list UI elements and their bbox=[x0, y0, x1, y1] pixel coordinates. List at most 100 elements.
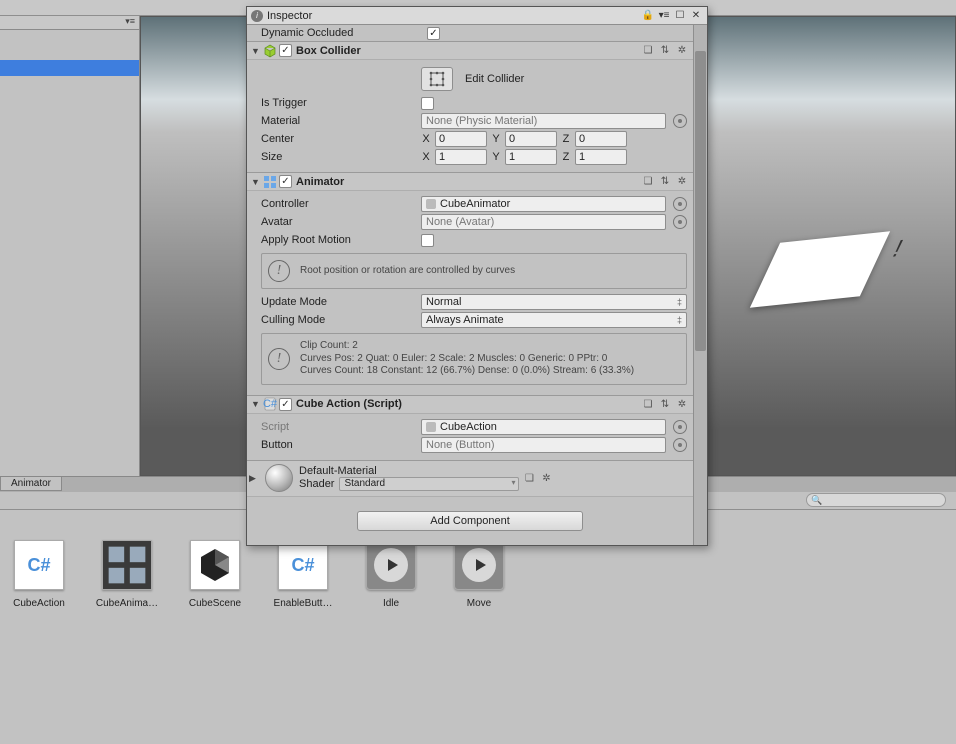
box-collider-enable-checkbox[interactable]: ✓ bbox=[279, 44, 292, 57]
scrollbar-thumb[interactable] bbox=[695, 51, 706, 351]
object-picker-icon[interactable] bbox=[673, 438, 687, 452]
object-picker-icon[interactable] bbox=[673, 215, 687, 229]
asset-item[interactable]: CubeAnima… bbox=[94, 540, 160, 609]
material-header[interactable]: ▶ Default-Material Shader Standard ❏ ✲ bbox=[247, 460, 693, 496]
asset-thumb bbox=[366, 540, 416, 590]
help-icon[interactable]: ❏ bbox=[641, 397, 655, 411]
cube-action-component: ▼ C# ✓ Cube Action (Script) ❏ ⇅ ✲ Script… bbox=[247, 395, 693, 460]
asset-thumb bbox=[454, 540, 504, 590]
center-y-input[interactable] bbox=[505, 131, 557, 147]
material-preview-sphere bbox=[265, 464, 293, 492]
cube-action-header[interactable]: ▼ C# ✓ Cube Action (Script) ❏ ⇅ ✲ bbox=[247, 396, 693, 414]
gear-icon[interactable]: ✲ bbox=[675, 175, 689, 189]
center-x-input[interactable] bbox=[435, 131, 487, 147]
foldout-icon[interactable]: ▼ bbox=[251, 46, 261, 56]
hierarchy-tab[interactable]: ▾≡ bbox=[0, 16, 139, 30]
material-name: Default-Material bbox=[299, 465, 519, 477]
add-component-button[interactable]: Add Component bbox=[357, 511, 583, 531]
asset-item[interactable]: C#EnableButt… bbox=[270, 540, 336, 609]
help-icon[interactable]: ❏ bbox=[641, 44, 655, 58]
scene-plane-object: ! bbox=[750, 231, 890, 308]
inspector-title: Inspector bbox=[267, 10, 312, 22]
preset-icon[interactable]: ⇅ bbox=[658, 44, 672, 58]
dynamic-occluded-label: Dynamic Occluded bbox=[261, 27, 421, 39]
object-picker-icon[interactable] bbox=[673, 197, 687, 211]
box-collider-component: ▼ ✓ Box Collider ❏ ⇅ ✲ bbox=[247, 41, 693, 172]
object-picker-icon[interactable] bbox=[673, 114, 687, 128]
animator-tab[interactable]: Animator bbox=[0, 477, 62, 491]
animator-header[interactable]: ▼ ✓ Animator ❏ ⇅ ✲ bbox=[247, 173, 693, 191]
clip-info-text: Clip Count: 2 Curves Pos: 2 Quat: 0 Eule… bbox=[300, 340, 634, 378]
maximize-icon[interactable]: ☐ bbox=[673, 9, 687, 23]
hierarchy-selected-row[interactable] bbox=[0, 60, 139, 76]
asset-item[interactable]: C#CubeAction bbox=[6, 540, 72, 609]
animator-icon bbox=[263, 175, 277, 189]
physic-material-label: Material bbox=[261, 115, 421, 127]
button-ref-field[interactable]: None (Button) bbox=[421, 437, 666, 453]
foldout-icon[interactable]: ▶ bbox=[249, 473, 259, 484]
center-z-input[interactable] bbox=[575, 131, 627, 147]
box-collider-title: Box Collider bbox=[296, 45, 361, 57]
size-label: Size bbox=[261, 151, 421, 163]
svg-text:C#: C# bbox=[263, 398, 277, 410]
apply-root-motion-checkbox[interactable] bbox=[421, 234, 434, 247]
clip-info: ! Clip Count: 2 Curves Pos: 2 Quat: 0 Eu… bbox=[261, 333, 687, 385]
axis-y-label: Y bbox=[491, 133, 501, 145]
update-mode-label: Update Mode bbox=[261, 296, 421, 308]
asset-label: CubeAction bbox=[6, 598, 72, 609]
culling-mode-dropdown[interactable]: Always Animate bbox=[421, 312, 687, 328]
gear-icon[interactable]: ✲ bbox=[539, 471, 553, 485]
edit-collider-button[interactable] bbox=[421, 67, 453, 91]
inspector-scrollbar[interactable] bbox=[693, 25, 707, 545]
controller-field[interactable]: CubeAnimator bbox=[421, 196, 666, 212]
update-mode-dropdown[interactable]: Normal bbox=[421, 294, 687, 310]
box-collider-header[interactable]: ▼ ✓ Box Collider ❏ ⇅ ✲ bbox=[247, 42, 693, 60]
asset-item[interactable]: Idle bbox=[358, 540, 424, 609]
gear-icon[interactable]: ✲ bbox=[675, 44, 689, 58]
close-icon[interactable]: ✕ bbox=[689, 9, 703, 23]
script-label: Script bbox=[261, 421, 421, 433]
gear-icon[interactable]: ✲ bbox=[675, 397, 689, 411]
avatar-field[interactable]: None (Avatar) bbox=[421, 214, 666, 230]
info-icon: ! bbox=[268, 348, 290, 370]
avatar-label: Avatar bbox=[261, 216, 421, 228]
asset-item[interactable]: CubeScene bbox=[182, 540, 248, 609]
foldout-icon[interactable]: ▼ bbox=[251, 177, 261, 187]
button-ref-label: Button bbox=[261, 439, 421, 451]
size-z-input[interactable] bbox=[575, 149, 627, 165]
preset-icon[interactable]: ⇅ bbox=[658, 397, 672, 411]
cube-action-title: Cube Action (Script) bbox=[296, 398, 402, 410]
animator-enable-checkbox[interactable]: ✓ bbox=[279, 175, 292, 188]
shader-label: Shader bbox=[299, 478, 334, 490]
shader-dropdown[interactable]: Standard bbox=[339, 477, 519, 491]
size-y-input[interactable] bbox=[505, 149, 557, 165]
object-picker-icon[interactable] bbox=[673, 420, 687, 434]
culling-mode-label: Culling Mode bbox=[261, 314, 421, 326]
asset-label: CubeAnima… bbox=[94, 598, 160, 609]
panel-options-icon[interactable]: ▾≡ bbox=[125, 16, 135, 27]
animator-component: ▼ ✓ Animator ❏ ⇅ ✲ Controller CubeAnimat… bbox=[247, 172, 693, 395]
preset-icon[interactable]: ⇅ bbox=[658, 175, 672, 189]
project-search-input[interactable]: 🔍 bbox=[806, 493, 946, 507]
options-icon[interactable]: ▾≡ bbox=[657, 9, 671, 23]
lock-icon[interactable]: 🔒 bbox=[641, 9, 655, 23]
script-field: CubeAction bbox=[421, 419, 666, 435]
help-icon[interactable]: ❏ bbox=[522, 471, 536, 485]
axis-z-label: Z bbox=[561, 133, 571, 145]
inspector-window: i Inspector 🔒 ▾≡ ☐ ✕ Dynamic Occluded ✓ … bbox=[246, 6, 708, 546]
script-icon: C# bbox=[263, 397, 277, 411]
edit-collider-label: Edit Collider bbox=[465, 73, 524, 85]
asset-item[interactable]: Move bbox=[446, 540, 512, 609]
hierarchy-panel: ▾≡ bbox=[0, 16, 140, 476]
physic-material-field[interactable]: None (Physic Material) bbox=[421, 113, 666, 129]
foldout-icon[interactable]: ▼ bbox=[251, 399, 261, 409]
size-x-input[interactable] bbox=[435, 149, 487, 165]
asset-label: Move bbox=[446, 598, 512, 609]
root-motion-info: ! Root position or rotation are controll… bbox=[261, 253, 687, 289]
cube-action-enable-checkbox[interactable]: ✓ bbox=[279, 398, 292, 411]
inspector-titlebar[interactable]: i Inspector 🔒 ▾≡ ☐ ✕ bbox=[247, 7, 707, 25]
dynamic-occluded-checkbox[interactable]: ✓ bbox=[427, 27, 440, 40]
help-icon[interactable]: ❏ bbox=[641, 175, 655, 189]
apply-root-motion-label: Apply Root Motion bbox=[261, 234, 421, 246]
is-trigger-checkbox[interactable] bbox=[421, 97, 434, 110]
